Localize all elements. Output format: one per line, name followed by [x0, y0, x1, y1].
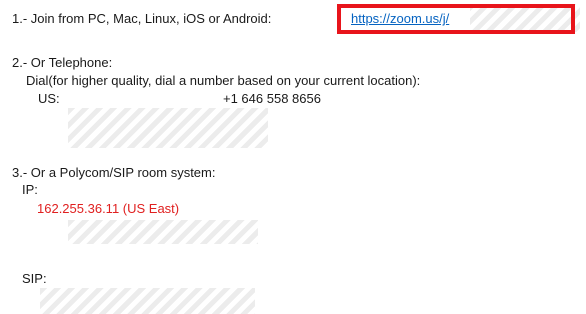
join-link[interactable]: https://zoom.us/j/	[351, 11, 449, 27]
join-instruction: 1.- Join from PC, Mac, Linux, iOS or And…	[12, 11, 272, 26]
dial-note: Dial(for higher quality, dial a number b…	[26, 73, 421, 88]
ip-label: IP:	[22, 182, 38, 197]
sip-label: SIP:	[22, 271, 47, 286]
telephone-heading: 2.- Or Telephone:	[12, 55, 113, 70]
us-label: US:	[38, 91, 60, 106]
redacted-ip-info	[68, 220, 258, 244]
sip-room-heading: 3.- Or a Polycom/SIP room system:	[12, 165, 216, 180]
us-phone-number: +1 646 558 8656	[223, 91, 321, 106]
redacted-sip-info	[40, 288, 255, 314]
join-link-highlight: https://zoom.us/j/	[337, 4, 575, 34]
ip-address: 162.255.36.11 (US East)	[37, 201, 180, 216]
redacted-phone-info	[68, 108, 268, 148]
